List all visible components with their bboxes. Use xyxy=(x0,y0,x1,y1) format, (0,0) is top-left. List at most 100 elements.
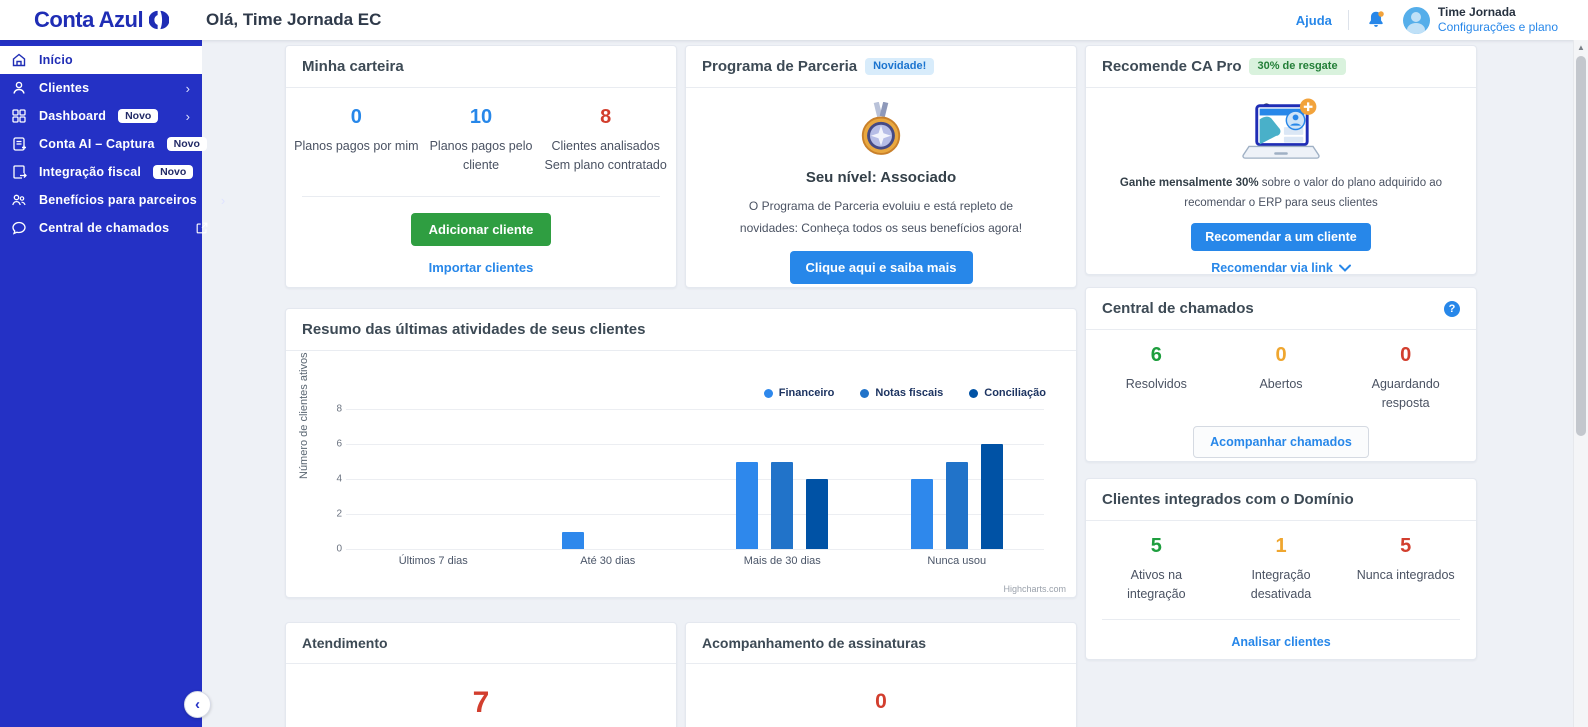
conta-azul-logo[interactable]: Conta Azul xyxy=(34,7,170,33)
content-left: Minha carteira 0 Planos pagos por mim 10… xyxy=(285,45,1077,727)
settings-plan-link[interactable]: Configurações e plano xyxy=(1438,20,1558,35)
highcharts-credit[interactable]: Highcharts.com xyxy=(1003,584,1066,594)
user-menu[interactable]: Time Jornada Configurações e plano xyxy=(1402,5,1558,35)
sidebar-item-integracao-fiscal[interactable]: Integração fiscal Novo xyxy=(0,158,202,186)
card-header: Recomende CA Pro 30% de resgate xyxy=(1086,46,1476,88)
legend-item[interactable]: Financeiro xyxy=(763,387,835,399)
legend-dot-icon xyxy=(860,388,870,398)
stat-integracao-desativada: 1 Integração desativada xyxy=(1250,535,1312,602)
chart-plot: 0 2 4 6 8 xyxy=(336,404,1044,555)
logo-zone: Conta Azul xyxy=(0,0,202,40)
chat-icon xyxy=(10,220,27,237)
card-header: Acompanhamento de assinaturas xyxy=(686,623,1076,664)
notifications-bell-icon[interactable] xyxy=(1365,9,1387,31)
parceria-body: Seu nível: Associado O Programa de Parce… xyxy=(686,88,1076,285)
sidebar-item-beneficios-parceiros[interactable]: Benefícios para parceiros › xyxy=(0,186,225,214)
chart-legend: Financeiro Notas fiscais Conciliação xyxy=(763,387,1046,399)
card-header: Clientes integrados com o Domínio xyxy=(1086,479,1476,521)
stat-resolvidos: 6 Resolvidos xyxy=(1125,344,1187,391)
novo-badge: Novo xyxy=(153,164,194,180)
y-tick-label: 6 xyxy=(336,438,342,450)
legend-label: Financeiro xyxy=(778,387,835,399)
card-central-chamados: Central de chamados ? 6 Resolvidos 0 Abe… xyxy=(1085,287,1477,462)
chevron-down-icon xyxy=(1338,264,1351,273)
stat-abertos: 0 Abertos xyxy=(1259,344,1303,391)
recomende-body: Ganhe mensalmente 30% sobre o valor do p… xyxy=(1086,88,1476,274)
resgate-badge: 30% de resgate xyxy=(1249,58,1346,75)
card-title: Programa de Parceria xyxy=(702,58,858,75)
stat-planos-pagos-por-mim: 0 Planos pagos por mim xyxy=(294,106,419,153)
sidebar-item-clientes[interactable]: Clientes › xyxy=(0,74,202,102)
stat-aguardando-resposta: 0 Aguardando resposta xyxy=(1371,344,1440,411)
sidebar-collapse-button[interactable]: ‹ xyxy=(184,691,211,718)
card-atividades-chart: Resumo das últimas atividades de seus cl… xyxy=(285,308,1077,598)
legend-item[interactable]: Conciliação xyxy=(969,387,1046,399)
legend-item[interactable]: Notas fiscais xyxy=(860,387,943,399)
card-acompanhamento-assinaturas: Acompanhamento de assinaturas 0 xyxy=(685,622,1077,727)
user-name: Time Jornada xyxy=(1437,5,1516,19)
gridline xyxy=(346,549,1044,550)
bar xyxy=(980,444,1003,549)
sidebar-item-dashboard[interactable]: Dashboard Novo › xyxy=(0,102,202,130)
chevron-right-icon: › xyxy=(220,192,226,208)
novo-badge: Novo xyxy=(166,136,207,152)
card-title: Minha carteira xyxy=(302,58,404,75)
x-category-label: Mais de 30 dias xyxy=(743,555,821,567)
sidebar-item-conta-ai-captura[interactable]: Conta AI – Captura Novo xyxy=(0,130,207,158)
partner-level-title: Seu nível: Associado xyxy=(805,169,957,186)
sidebar: Início Clientes › Dashboard Novo › Conta… xyxy=(0,33,225,727)
chart-x-labels: Últimos 7 dias Até 30 dias Mais de 30 dias… xyxy=(346,555,1044,567)
chart-title: Resumo das últimas atividades de seus cl… xyxy=(302,321,646,338)
chevron-right-icon: › xyxy=(185,80,190,96)
learn-more-button[interactable]: Clique aqui e saiba mais xyxy=(789,251,973,285)
bar-group xyxy=(346,409,521,549)
sidebar-item-inicio[interactable]: Início xyxy=(0,46,202,74)
stat-planos-pagos-pelo-cliente: 10 Planos pagos pelo cliente xyxy=(429,106,533,173)
medal-icon xyxy=(858,102,904,156)
x-category-label: Últimos 7 dias xyxy=(398,555,468,567)
header-divider xyxy=(1347,10,1349,30)
sidebar-item-central-chamados[interactable]: Central de chamados xyxy=(0,214,208,242)
legend-label: Conciliação xyxy=(984,387,1046,399)
legend-label: Notas fiscais xyxy=(875,387,944,399)
help-question-icon[interactable]: ? xyxy=(1444,300,1460,317)
home-icon xyxy=(10,52,27,69)
chart-body: Financeiro Notas fiscais Conciliação Númer… xyxy=(286,351,1076,597)
y-tick-label: 2 xyxy=(336,508,342,520)
bar xyxy=(945,461,968,549)
card-header: Atendimento xyxy=(286,623,676,664)
add-client-button[interactable]: Adicionar cliente xyxy=(410,212,552,246)
y-tick-label: 4 xyxy=(336,473,342,485)
recomende-text: Ganhe mensalmente 30% sobre o valor do p… xyxy=(1119,177,1443,210)
bar xyxy=(561,531,584,549)
import-clients-link[interactable]: Importar clientes xyxy=(429,260,534,275)
clients-icon xyxy=(10,80,27,97)
bar xyxy=(910,479,933,549)
scrollbar-thumb[interactable] xyxy=(1576,56,1586,436)
recommend-client-button[interactable]: Recomendar a um cliente xyxy=(1191,223,1371,252)
legend-dot-icon xyxy=(969,388,979,398)
card-title: Central de chamados xyxy=(1102,300,1254,317)
conta-azul-symbol-icon xyxy=(149,10,170,30)
help-link[interactable]: Ajuda xyxy=(1296,13,1332,28)
x-category-label: Nunca usou xyxy=(927,555,987,567)
bar-group xyxy=(870,409,1045,549)
analyze-clients-link[interactable]: Analisar clientes xyxy=(1231,635,1330,649)
recommend-via-link[interactable]: Recomendar via link xyxy=(1211,261,1351,274)
page-greeting: Olá, Time Jornada EC xyxy=(206,10,382,29)
partners-icon xyxy=(10,192,27,209)
bar-group xyxy=(521,409,696,549)
y-tick-label: 8 xyxy=(336,403,342,415)
track-tickets-button[interactable]: Acompanhar chamados xyxy=(1193,425,1369,458)
card-title: Clientes integrados com o Domínio xyxy=(1102,491,1354,508)
atendimento-count: 7 xyxy=(472,686,490,719)
stat-nunca-integrados: 5 Nunca integrados xyxy=(1356,535,1455,582)
y-axis-title: Número de clientes ativos xyxy=(298,352,310,479)
page: Conta Azul Olá, Time Jornada EC Ajuda Ti… xyxy=(0,0,1588,727)
scrollbar-up-arrow[interactable]: ▲ xyxy=(1574,40,1588,55)
dominio-stats: 5 Ativos na integração 1 Integração desa… xyxy=(1086,521,1476,605)
logo-text: Conta Azul xyxy=(34,7,144,32)
stat-clientes-analisados: 8 Clientes analisados Sem plano contratad… xyxy=(544,106,667,173)
bar-groups xyxy=(346,409,1044,549)
external-link-icon xyxy=(193,220,210,237)
